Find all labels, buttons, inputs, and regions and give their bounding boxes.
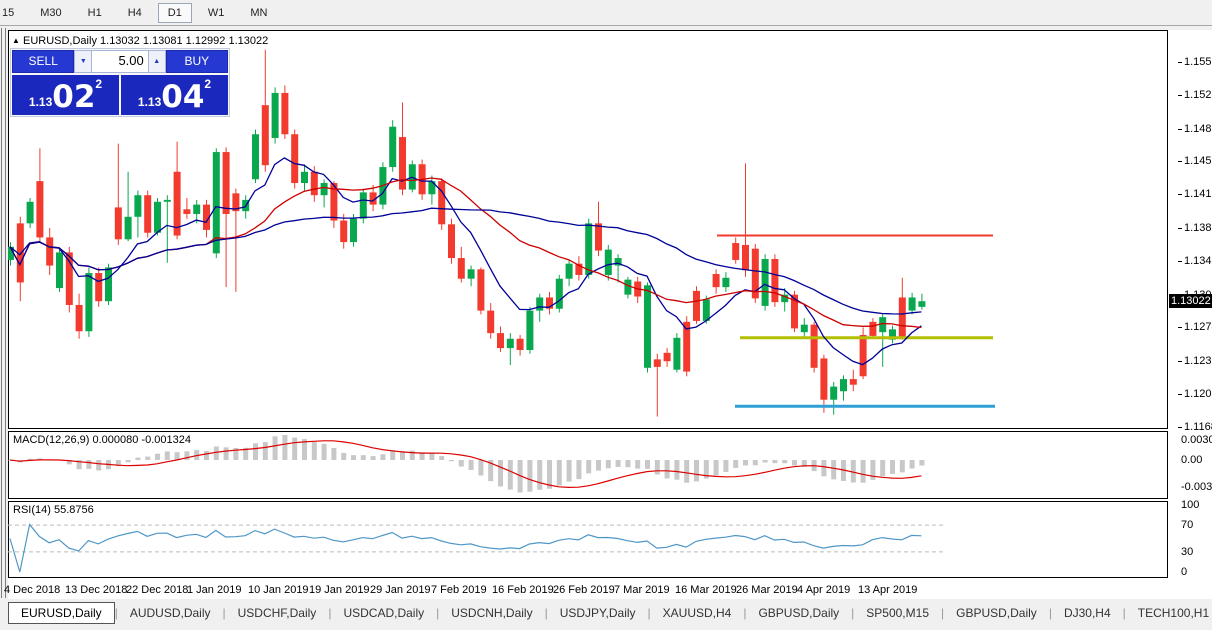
current-price-tag: 1.13022 [1169,294,1212,308]
chart-tab[interactable]: TECH100,H1 [1126,603,1212,623]
date-axis-label: 13 Dec 2018 [65,584,128,596]
bid-big-digits: 02 [52,79,96,115]
buy-button[interactable]: BUY [165,50,228,73]
volume-decrease-button[interactable]: ▼ [74,50,93,73]
date-axis-label: 29 Jan 2019 [370,584,431,596]
date-axis-label: 16 Mar 2019 [675,584,737,596]
rsi-scale-label: 70 [1181,519,1194,531]
price-axis-label: 1.12030 [1184,388,1212,401]
ask-pip-digit: 2 [204,77,212,91]
one-click-trade-panel: SELL ▼ 5.00 ▲ BUY 1.13 02 2 1.13 04 2 [10,48,230,117]
date-axis-label: 26 Feb 2019 [553,584,615,596]
price-axis-label: 1.11680 [1184,420,1212,433]
rsi-chart [8,523,943,573]
date-axis-label: 10 Jan 2019 [248,584,309,596]
bid-pip-digit: 2 [95,77,103,91]
date-axis-label: 16 Feb 2019 [492,584,554,596]
timeframe-button-h4[interactable]: H4 [118,3,152,23]
date-axis-label: 22 Dec 2018 [126,584,189,596]
volume-input[interactable]: 5.00 [92,50,148,73]
timeframe-button-d1[interactable]: D1 [157,2,192,23]
price-axis-label: 1.14860 [1184,122,1212,135]
rsi-scale-label: 100 [1181,499,1200,511]
chart-tab[interactable]: DJ30,H4 [1052,603,1123,623]
chart-tab[interactable]: XAUUSD,H4 [651,603,744,623]
axis-tick [1178,394,1182,396]
date-axis-label: 13 Apr 2019 [858,584,918,596]
chevron-down-icon: ▼ [79,58,87,65]
bid-prefix: 1.13 [28,95,53,109]
macd-label: MACD(12,26,9) 0.000080 -0.001324 [13,434,191,446]
date-axis-label: 19 Jan 2019 [309,584,370,596]
chart-tab[interactable]: GBPUSD,Daily [746,603,851,623]
date-axis-label: 7 Mar 2019 [614,584,670,596]
axis-tick [1178,94,1182,96]
timeframe-button-m30[interactable]: M30 [30,3,71,23]
chart-tab[interactable]: USDCHF,Daily [226,603,329,623]
price-axis-label: 1.12380 [1184,355,1212,368]
chevron-up-icon: ▲ [153,58,161,65]
price-axis-label: 1.15220 [1184,88,1212,101]
price-axis-label: 1.13800 [1184,222,1212,235]
volume-increase-button[interactable]: ▲ [147,50,166,73]
axis-tick [1178,260,1182,262]
price-axis-label: 1.12740 [1184,321,1212,334]
macd-scale-label: 0.003095 [1181,434,1212,446]
rsi-scale-label: 0 [1181,566,1188,578]
axis-tick [1178,228,1182,230]
chart-tab[interactable]: GBPUSD,Daily [944,603,1049,623]
timeframe-toolbar: 15 M30 H1 H4 D1 W1 MN [0,0,1212,26]
axis-tick [1178,361,1182,363]
date-axis-label: 1 Jan 2019 [187,584,242,596]
chart-tab[interactable]: USDJPY,Daily [548,603,648,623]
timeframe-button-h1[interactable]: H1 [78,3,112,23]
chart-tab[interactable]: EURUSD,Daily [8,601,115,624]
symbol-tab-bar: EURUSD,Daily | AUDUSD,Daily | USDCHF,Daily | U… [0,600,1212,625]
axis-tick [1178,62,1182,63]
ask-prefix: 1.13 [137,95,162,109]
macd-scale-label: 0.00 [1181,454,1203,466]
rsi-scale-label: 30 [1181,546,1194,558]
macd-scale-label: -0.003947 [1181,481,1212,493]
chart-ohlc-values: 1.13032 1.13081 1.12992 1.13022 [100,35,269,47]
axis-tick [1178,128,1182,130]
rsi-label: RSI(14) 55.8756 [13,504,94,516]
date-axis-label: 26 Mar 2019 [736,584,798,596]
chart-symbol-period: EURUSD,Daily [22,35,97,47]
date-axis-label: 4 Apr 2019 [797,584,851,596]
date-axis-label: 7 Feb 2019 [431,584,487,596]
chart-window: MACD(12,26,9) 0.000080 -0.001324 RSI(14)… [4,30,1212,599]
axis-tick [1178,426,1182,428]
timeframe-button-15[interactable]: 15 [0,3,24,23]
price-axis-label: 1.14510 [1184,155,1212,168]
ask-big-digits: 04 [161,79,205,115]
chart-title: ▲ EURUSD,Daily 1.13032 1.13081 1.12992 1… [12,35,268,47]
chart-tab[interactable]: USDCAD,Daily [331,603,436,623]
status-bar [0,625,1212,630]
axis-tick [1178,327,1182,329]
date-axis[interactable]: 4 Dec 2018 13 Dec 2018 22 Dec 2018 1 Jan 20… [4,578,1212,599]
chart-tab[interactable]: USDCNH,Daily [439,603,544,623]
price-axis-label: 1.15570 [1184,56,1212,68]
axis-tick [1178,194,1182,196]
window-border [1,28,2,598]
bid-quote[interactable]: 1.13 02 2 [12,75,119,115]
price-axis-label: 1.14160 [1184,188,1212,201]
date-axis-label: 4 Dec 2018 [4,584,61,596]
timeframe-button-w1[interactable]: W1 [198,3,235,23]
chart-tab[interactable]: SP500,M15 [854,603,941,623]
ask-quote[interactable]: 1.13 04 2 [121,75,228,115]
sell-button[interactable]: SELL [12,50,75,73]
price-axis-label: 1.13450 [1184,254,1212,267]
trade-panel-toggle-icon[interactable]: ▲ [12,36,20,45]
chart-tab[interactable]: AUDUSD,Daily [118,603,223,623]
axis-tick [1178,161,1182,163]
timeframe-button-mn[interactable]: MN [240,3,277,23]
window-border [5,28,6,598]
